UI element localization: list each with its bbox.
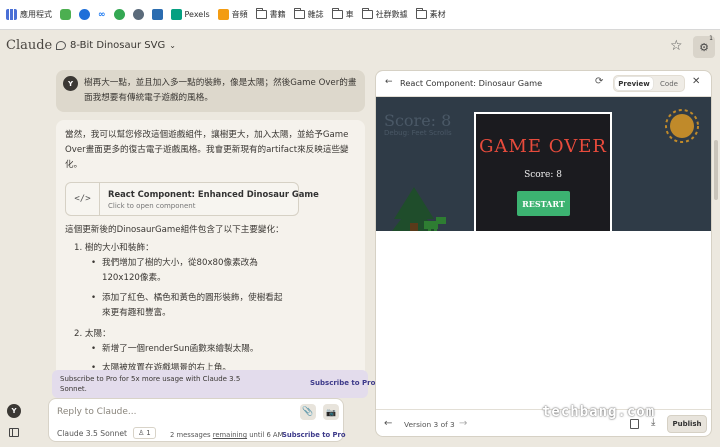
folder-icon [415, 8, 427, 19]
globe-icon [132, 9, 144, 20]
reply-summary: 這個更新後的DinosaurGame組件包含了以下主要變化： [65, 225, 284, 235]
apps-grid-icon [6, 9, 17, 20]
paperclip-icon: 📎 [302, 407, 314, 417]
bookmark-folder-books[interactable]: 書籍 [255, 8, 286, 20]
sidebar-toggle-icon[interactable] [9, 428, 19, 437]
chat-title: 8-Bit Dinosaur SVG [70, 40, 166, 51]
bookmark-folder-cars[interactable]: 車 [331, 8, 354, 20]
game-over-title: GAME OVER [479, 136, 607, 157]
usage-remaining: 2 messages remaining until 6 AM [170, 431, 284, 439]
watermark-site: techbang.com [542, 404, 656, 420]
attach-button[interactable]: 📎 [300, 404, 316, 420]
bookmark-audio[interactable]: 音頻 [217, 9, 248, 20]
publish-button[interactable]: Publish [667, 415, 707, 433]
subscribe-pro-link[interactable]: Subscribe to Pro [310, 379, 375, 387]
artifact-panel: ← React Component: Dinosaur Game ⟳ Previ… [375, 70, 712, 437]
user-message-text: 樹再大一點，並且加入多一點的裝飾，像是太陽；然後Game Over的畫面我想要有… [84, 78, 357, 103]
close-icon[interactable]: ✕ [692, 76, 700, 87]
chat-title-menu[interactable]: 8-Bit Dinosaur SVG ⌄ [56, 40, 176, 51]
artifact-card[interactable]: </> React Component: Enhanced Dinosaur G… [65, 182, 319, 216]
folder-icon [331, 8, 343, 19]
previous-version-icon[interactable]: ← [384, 418, 392, 429]
game-over-score: Score: 8 [524, 170, 562, 180]
version-label: Version 3 of 3 [404, 420, 455, 429]
bookmark-pexels[interactable]: Pexels [170, 9, 210, 20]
list-item: 來更有趣和豐富。 [102, 308, 171, 318]
upsell-text: Subscribe to Pro for 5x more usage with … [60, 375, 241, 393]
bookmark-chart[interactable] [113, 9, 125, 20]
square-icon [151, 9, 163, 20]
code-icon: </> [66, 183, 100, 215]
project-badge[interactable]: ♙ 1 [133, 427, 156, 439]
bookmark-folder-social[interactable]: 社群數據 [361, 8, 408, 20]
bookmark-meta[interactable]: ∞ [98, 10, 106, 20]
puzzle-icon [60, 9, 71, 20]
tab-preview[interactable]: Preview [615, 77, 653, 90]
user-message: Y 樹再大一點，並且加入多一點的裝飾，像是太陽；然後Game Over的畫面我想… [56, 70, 365, 112]
sliders-icon: ⚙ [699, 40, 709, 54]
page-scrollbar[interactable] [714, 140, 718, 200]
folder-icon [361, 8, 373, 19]
pexels-icon [170, 9, 182, 20]
artifact-card-subtitle: Click to open component [108, 202, 196, 210]
subscribe-pro-footer-link[interactable]: Subscribe to Pro [282, 431, 346, 439]
folder-icon [293, 8, 305, 19]
bookmark-square[interactable] [151, 9, 163, 20]
model-selector[interactable]: Claude 3.5 Sonnet [57, 429, 127, 438]
account-avatar[interactable]: Y [7, 404, 21, 418]
folder-icon [255, 8, 267, 19]
list-item: 1. 樹的大小和裝飾： [74, 243, 154, 253]
upsell-banner: Subscribe to Pro for 5x more usage with … [52, 370, 375, 398]
assistant-reply: 當然，我可以幫您修改這個遊戲組件，讓樹更大，加入太陽，並給予Game Over畫… [56, 120, 365, 380]
bookmark-apps[interactable]: 應用程式 [6, 9, 52, 20]
bookmark-globe[interactable] [132, 9, 144, 20]
audio-icon [217, 9, 229, 20]
dinosaur-icon [424, 217, 446, 231]
chat-bubble-icon [56, 41, 66, 50]
view-toggle: Preview Code [613, 75, 685, 92]
reply-input[interactable] [57, 407, 287, 417]
controls-badge: 1 [709, 35, 713, 42]
user-avatar: Y [63, 76, 78, 91]
tab-code[interactable]: Code [654, 77, 684, 90]
artifact-panel-header: ← React Component: Dinosaur Game ⟳ Previ… [376, 71, 711, 97]
copy-icon[interactable] [630, 419, 639, 429]
person-icon: ♙ [138, 429, 145, 437]
chat-controls-button[interactable]: ⚙ 1 [693, 35, 715, 58]
bookmark-folder-magazines[interactable]: 雜誌 [293, 8, 324, 20]
restart-button[interactable]: RESTART [517, 191, 570, 216]
bookmark-puzzle[interactable] [60, 9, 71, 20]
list-item: 添加了紅色、橘色和黃色的圓形裝飾，使樹看起 [91, 291, 283, 306]
list-item: 2. 太陽： [74, 329, 111, 339]
reply-intro: 當然，我可以幫您修改這個遊戲組件，讓樹更大，加入太陽，並給予Game Over畫… [65, 130, 349, 170]
next-version-icon[interactable]: → [459, 418, 467, 429]
star-icon[interactable]: ☆ [670, 38, 683, 54]
screenshot-button[interactable]: 📷 [323, 404, 339, 420]
game-preview: Score: 8 Debug: Feet Scrolls GAME OVER S… [376, 97, 711, 231]
bookmark-folder-assets[interactable]: 素材 [415, 8, 446, 20]
game-over-dialog: GAME OVER Score: 8 RESTART [474, 112, 612, 231]
artifact-card-title: React Component: Enhanced Dinosaur Game [108, 189, 319, 199]
list-item: 新增了一個renderSun函數來繪製太陽。 [91, 342, 258, 357]
sun-icon [665, 109, 699, 143]
claude-logo[interactable]: Claude [6, 38, 52, 53]
camera-icon: 📷 [326, 407, 336, 417]
back-arrow-icon[interactable]: ← [385, 77, 393, 87]
chart-icon [113, 9, 125, 20]
list-item: 我們增加了樹的大小，從80x80像素改為 [91, 256, 258, 271]
list-item: 120x120像素。 [102, 273, 166, 283]
meta-icon: ∞ [98, 9, 106, 20]
artifact-title: React Component: Dinosaur Game [400, 78, 543, 88]
bookmarks-bar: 應用程式 ∞ Pexels 音頻 書籍 雜誌 車 社群數據 素材 [0, 0, 720, 30]
app-header: Claude 8-Bit Dinosaur SVG ⌄ ☆ [0, 30, 720, 62]
refresh-icon[interactable]: ⟳ [595, 76, 603, 87]
chevron-down-icon: ⌄ [169, 41, 176, 50]
bookmark-c[interactable] [79, 9, 90, 20]
c-logo-icon [79, 9, 90, 20]
